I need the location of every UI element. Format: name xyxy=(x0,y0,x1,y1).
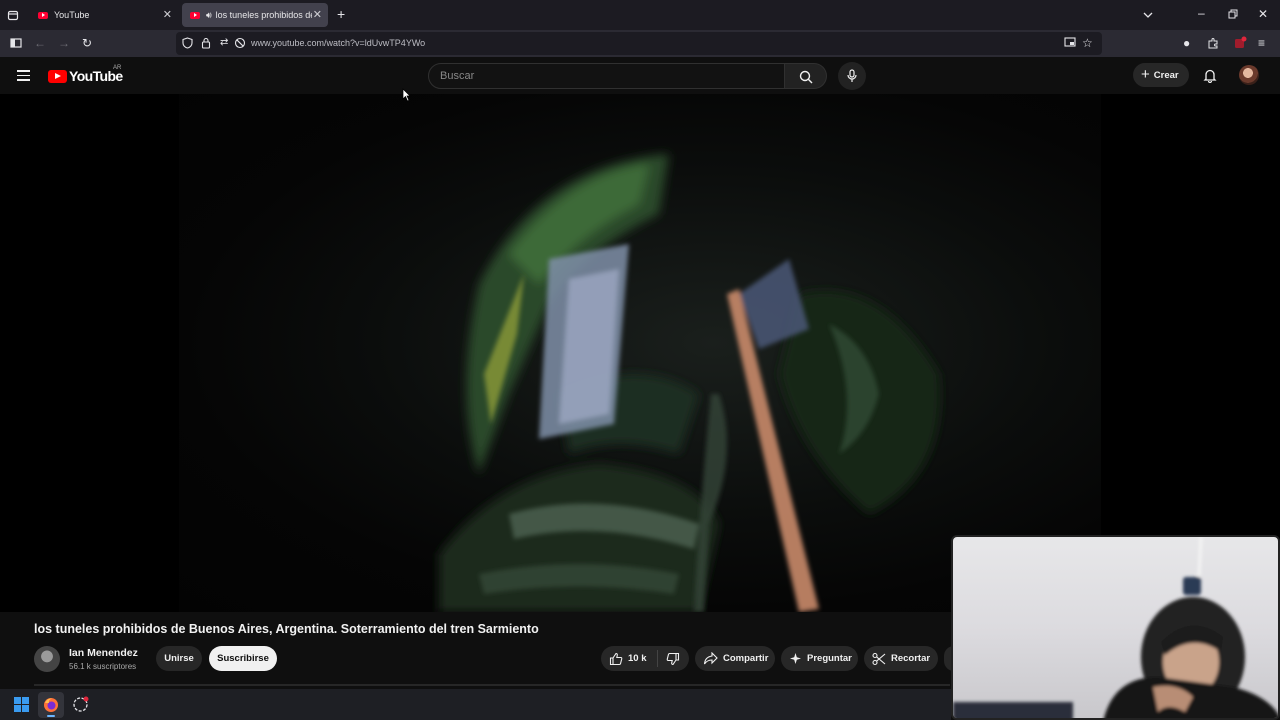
like-dislike-group: 10 k xyxy=(601,646,689,671)
bookmark-star-icon[interactable]: ☆ xyxy=(1082,37,1093,49)
create-label: Crear xyxy=(1153,69,1179,81)
create-button[interactable]: + Crear xyxy=(1133,63,1189,87)
close-tab-icon[interactable]: ✕ xyxy=(163,8,172,22)
clip-button[interactable]: Recortar xyxy=(864,646,938,671)
restore-icon[interactable] xyxy=(1228,9,1238,21)
account-icon[interactable]: ● xyxy=(1183,37,1190,49)
join-button[interactable]: Unirse xyxy=(156,646,202,671)
close-tab-icon[interactable]: ✕ xyxy=(313,8,322,22)
windows-start-icon[interactable] xyxy=(14,697,29,712)
ask-button[interactable]: Preguntar xyxy=(781,646,858,671)
windows-taskbar xyxy=(0,689,951,720)
webcam-overlay xyxy=(951,535,1280,720)
firefox-icon xyxy=(44,698,58,712)
youtube-play-icon xyxy=(48,69,67,83)
app-taskbar-icon[interactable] xyxy=(72,696,89,713)
youtube-favicon-icon xyxy=(190,11,200,19)
tab-list-icon[interactable] xyxy=(7,9,19,23)
tracking-blocked-icon[interactable] xyxy=(234,37,246,51)
addon-icon[interactable] xyxy=(1233,36,1247,52)
extensions-icon[interactable] xyxy=(1207,37,1219,51)
subscriber-count: 56.1 k suscriptores xyxy=(69,662,137,671)
url-text[interactable]: www.youtube.com/watch?v=ldUvwTP4YWo xyxy=(251,38,425,48)
search-input[interactable] xyxy=(440,70,770,82)
menu-icon[interactable]: ≡ xyxy=(1258,37,1265,49)
tab-title: YouTube xyxy=(54,10,90,20)
clip-label: Recortar xyxy=(891,653,931,664)
subscribe-button[interactable]: Suscribirse xyxy=(209,646,277,671)
sparkle-icon xyxy=(790,653,801,664)
voice-search-button[interactable] xyxy=(838,62,866,90)
share-icon xyxy=(703,652,718,665)
divider xyxy=(34,684,950,686)
speaker-icon[interactable]: 🔊︎ xyxy=(206,10,212,21)
screen: YouTube ✕ 🔊︎ los tuneles prohibidos de B… xyxy=(0,0,1280,720)
mouse-cursor-icon xyxy=(402,88,411,102)
picture-in-picture-icon[interactable] xyxy=(1064,37,1076,50)
browser-nav-bar: ← → ↻ ⇄ www.youtube.com/watch?v=ldUvwTP4… xyxy=(0,30,1280,57)
sidebar-icon[interactable] xyxy=(10,37,22,51)
plus-icon: + xyxy=(1141,66,1150,83)
like-button[interactable]: 10 k xyxy=(601,650,658,667)
firefox-taskbar-button[interactable] xyxy=(38,692,64,718)
chevron-down-icon[interactable] xyxy=(1142,9,1154,23)
scissors-icon xyxy=(872,652,886,665)
address-bar[interactable]: ⇄ www.youtube.com/watch?v=ldUvwTP4YWo ☆ xyxy=(176,32,1102,55)
dislike-button[interactable] xyxy=(658,652,685,666)
tab-youtube[interactable]: YouTube ✕ xyxy=(30,3,178,27)
webcam-person-image xyxy=(953,537,1278,718)
shield-icon[interactable] xyxy=(182,37,193,51)
thumbs-up-icon xyxy=(609,652,623,665)
search-button[interactable] xyxy=(785,63,827,89)
guide-menu-icon[interactable] xyxy=(17,70,30,81)
reload-icon[interactable]: ↻ xyxy=(82,37,92,49)
ask-label: Preguntar xyxy=(807,653,852,664)
search-box[interactable] xyxy=(428,63,785,89)
tab-video-active[interactable]: 🔊︎ los tuneles prohibidos de B ✕ xyxy=(182,3,328,27)
lock-icon[interactable] xyxy=(201,37,211,51)
back-icon[interactable]: ← xyxy=(34,37,46,49)
tab-title: los tuneles prohibidos de B xyxy=(215,10,312,20)
microphone-icon xyxy=(847,69,857,82)
close-window-icon[interactable]: ✕ xyxy=(1258,8,1268,20)
country-code: AR xyxy=(113,65,122,71)
video-title: los tuneles prohibidos de Buenos Aires, … xyxy=(34,622,539,636)
permissions-icon[interactable]: ⇄ xyxy=(220,37,228,49)
browser-tab-strip: YouTube ✕ 🔊︎ los tuneles prohibidos de B… xyxy=(0,0,1280,30)
youtube-masthead: YouTube AR + Crear xyxy=(0,57,1280,94)
share-label: Compartir xyxy=(723,653,769,664)
youtube-logo[interactable]: YouTube AR xyxy=(48,65,123,84)
thumbs-down-icon xyxy=(666,652,680,665)
user-avatar[interactable] xyxy=(1239,65,1259,85)
search-icon xyxy=(799,70,813,84)
minimize-icon[interactable]: – xyxy=(1198,7,1205,19)
youtube-favicon-icon xyxy=(38,11,48,19)
channel-name[interactable]: Ian Menendez xyxy=(69,647,138,659)
notifications-bell-icon[interactable] xyxy=(1203,68,1217,85)
channel-avatar[interactable] xyxy=(34,646,60,672)
like-count: 10 k xyxy=(628,653,647,664)
forward-icon[interactable]: → xyxy=(58,37,70,49)
new-tab-icon[interactable]: + xyxy=(337,7,345,21)
share-button[interactable]: Compartir xyxy=(695,646,775,671)
